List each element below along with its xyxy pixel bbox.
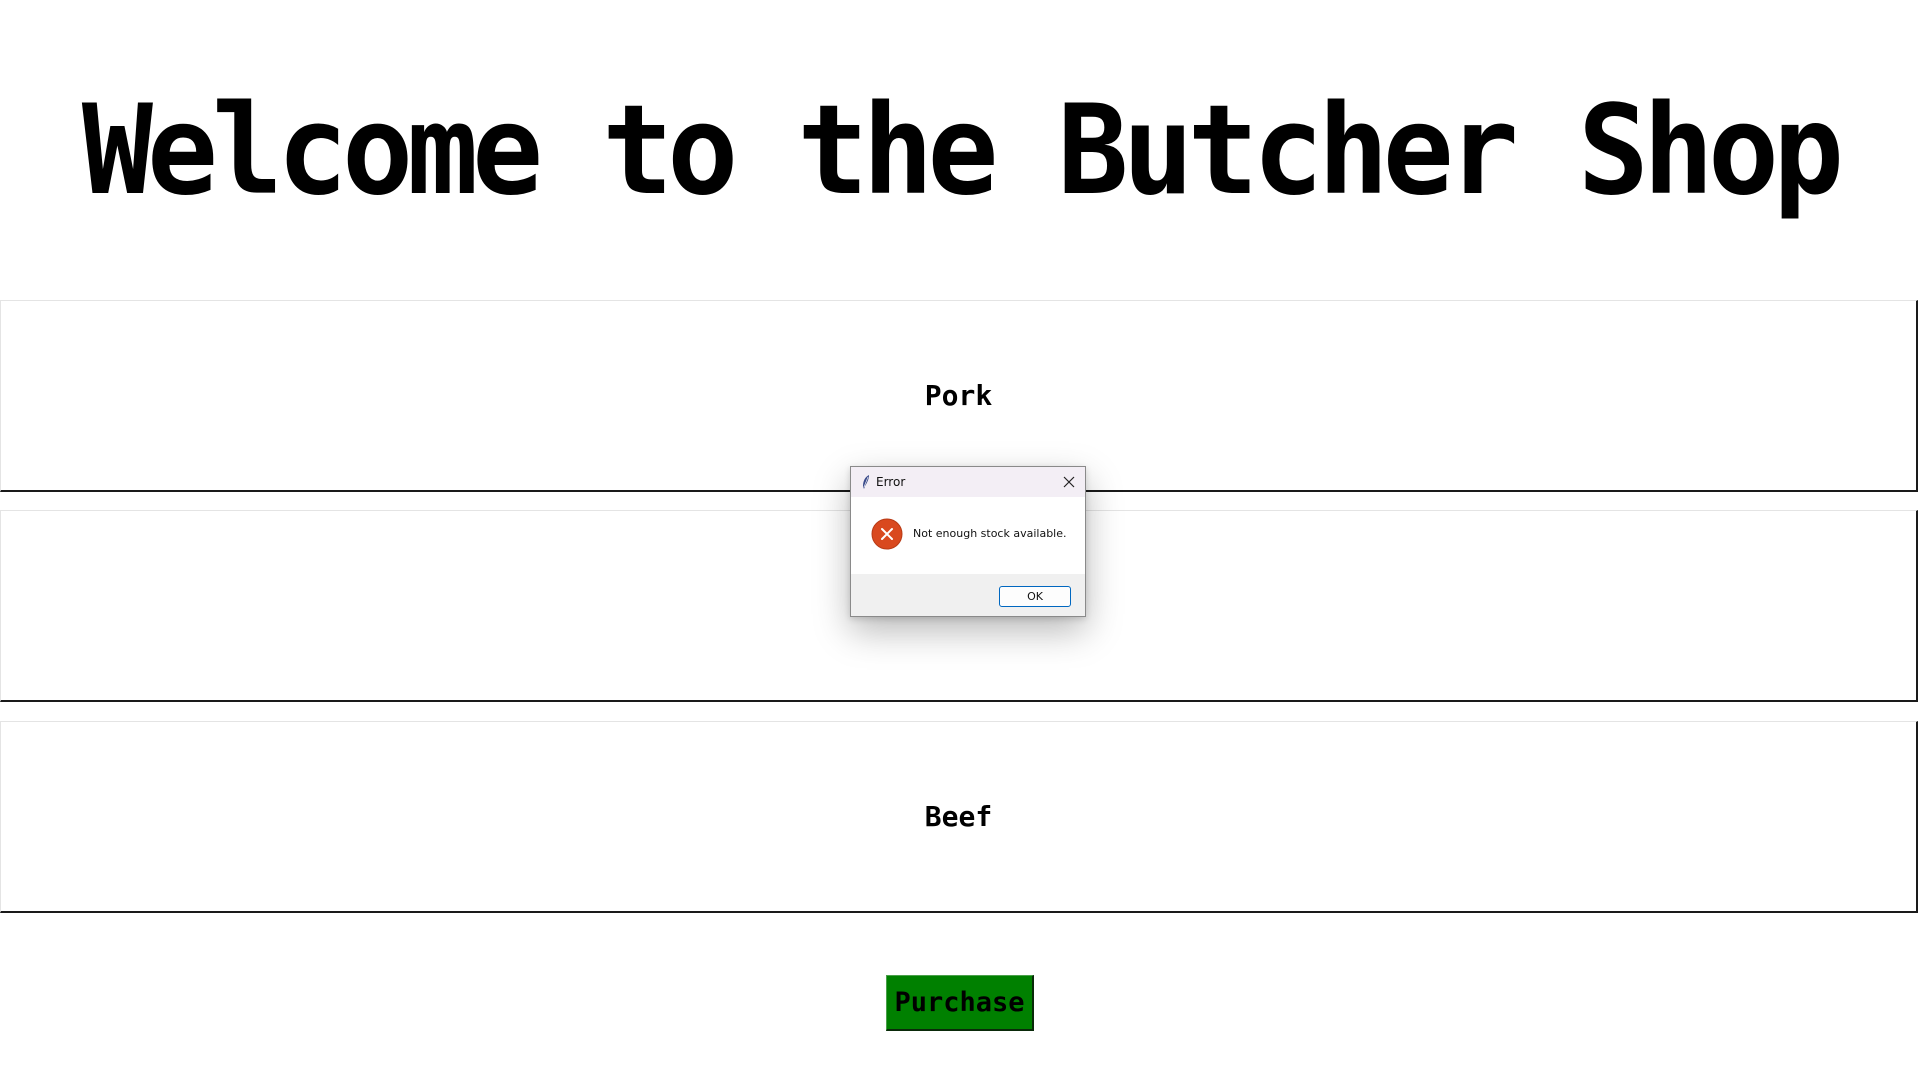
close-icon[interactable] (1061, 474, 1077, 490)
dialog-footer: OK (851, 574, 1085, 616)
error-icon (871, 518, 903, 550)
error-dialog: Error Not enough stock available. OK (850, 466, 1086, 617)
product-button-pork[interactable]: Pork (0, 300, 1918, 492)
dialog-title: Error (876, 475, 906, 489)
product-button-beef[interactable]: Beef (0, 721, 1918, 913)
feather-icon (863, 475, 869, 489)
purchase-button[interactable]: Purchase (886, 975, 1034, 1031)
dialog-message: Not enough stock available. (913, 527, 1067, 540)
dialog-body: Not enough stock available. (851, 497, 1085, 575)
product-label-beef: Beef (924, 800, 993, 833)
ok-button[interactable]: OK (999, 586, 1071, 607)
page-title: Welcome to the Butcher Shop (81, 77, 1844, 223)
purchase-button-label: Purchase (894, 987, 1025, 1018)
product-label-pork: Pork (924, 379, 993, 412)
dialog-titlebar[interactable]: Error (851, 467, 1085, 497)
